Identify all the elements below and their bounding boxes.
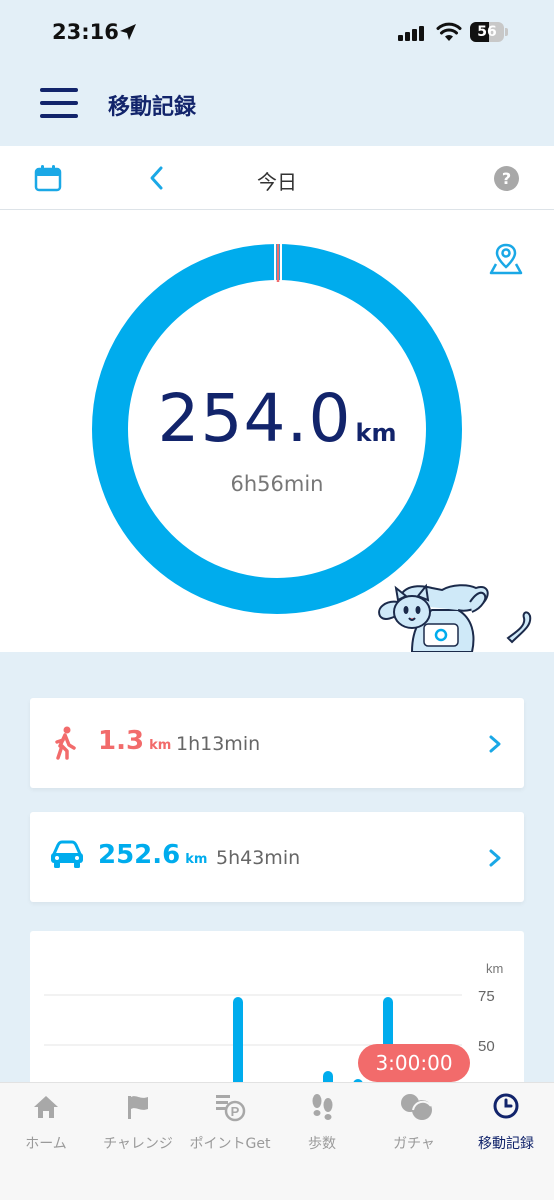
car-distance-value: 252.6 bbox=[98, 840, 181, 870]
home-icon bbox=[34, 1096, 58, 1118]
battery-percent: 56 bbox=[477, 24, 497, 40]
clock-icon bbox=[493, 1093, 519, 1119]
tab-label: ガチャ bbox=[393, 1136, 435, 1152]
car-icon bbox=[51, 840, 83, 868]
total-distance-value: 254.0 bbox=[157, 380, 352, 457]
point-coin-icon: P bbox=[216, 1095, 246, 1122]
tab-point-get[interactable]: P ポイントGet bbox=[184, 1083, 276, 1163]
app-header: 移動記録 bbox=[0, 66, 554, 146]
chart-bar bbox=[233, 997, 243, 1091]
tab-gacha[interactable]: ガチャ bbox=[368, 1083, 460, 1163]
walking-record-card[interactable]: 1.3 km 1h13min bbox=[30, 698, 524, 788]
walking-distance: 1.3 km bbox=[98, 726, 171, 756]
gacha-timer-badge[interactable]: 3:00:00 bbox=[358, 1044, 470, 1082]
chart-y-tick-label: 75 bbox=[478, 988, 495, 1005]
distance-summary: 254.0 km 6h56min bbox=[0, 210, 554, 652]
chevron-right-icon bbox=[489, 849, 501, 867]
chart-y-unit-label: km bbox=[486, 961, 503, 976]
battery-icon: 56 bbox=[470, 22, 508, 42]
car-distance-unit: km bbox=[185, 852, 208, 867]
tab-label: ポイントGet bbox=[189, 1136, 271, 1152]
status-bar: 23:16 56 bbox=[0, 0, 554, 66]
hamburger-menu-icon[interactable] bbox=[40, 88, 78, 118]
chart-y-tick-label: 50 bbox=[478, 1038, 495, 1055]
walking-distance-unit: km bbox=[149, 738, 172, 753]
cellular-signal-icon bbox=[398, 25, 426, 41]
walking-distance-value: 1.3 bbox=[98, 726, 145, 756]
svg-text:P: P bbox=[231, 1104, 240, 1119]
flag-icon bbox=[128, 1096, 148, 1119]
location-arrow-icon bbox=[120, 24, 136, 40]
tab-travel-record[interactable]: 移動記録 bbox=[460, 1083, 552, 1163]
car-duration: 5h43min bbox=[216, 847, 301, 869]
wifi-icon bbox=[436, 22, 462, 41]
footprints-icon bbox=[312, 1094, 333, 1120]
total-distance: 254.0 km bbox=[92, 380, 462, 457]
walking-duration: 1h13min bbox=[176, 733, 261, 755]
chevron-right-icon bbox=[489, 735, 501, 753]
car-distance: 252.6 km bbox=[98, 840, 207, 870]
tab-label: 歩数 bbox=[308, 1136, 336, 1152]
date-label: 今日 bbox=[257, 170, 297, 194]
status-time: 23:16 bbox=[52, 20, 119, 44]
tab-label: 移動記録 bbox=[478, 1136, 534, 1152]
walking-person-icon bbox=[55, 726, 76, 760]
page-title: 移動記録 bbox=[108, 95, 197, 120]
gacha-capsule-icon bbox=[401, 1094, 432, 1120]
total-distance-unit: km bbox=[355, 419, 397, 447]
tab-home[interactable]: ホーム bbox=[0, 1083, 92, 1163]
mascot-cat-illustration bbox=[378, 583, 532, 652]
date-navigation: 今日 ? bbox=[0, 146, 554, 210]
tab-label: ホーム bbox=[25, 1136, 67, 1152]
tab-steps[interactable]: 歩数 bbox=[276, 1083, 368, 1163]
tab-challenge[interactable]: チャレンジ bbox=[92, 1083, 184, 1163]
bottom-tab-bar: ホーム チャレンジ P ポイントGet 歩数 ガチャ 移動記録 bbox=[0, 1082, 554, 1200]
total-duration: 6h56min bbox=[230, 472, 324, 496]
car-record-card[interactable]: 252.6 km 5h43min bbox=[30, 812, 524, 902]
map-pin-icon[interactable] bbox=[488, 242, 524, 276]
help-icon[interactable]: ? bbox=[494, 166, 519, 191]
tab-label: チャレンジ bbox=[103, 1136, 173, 1152]
